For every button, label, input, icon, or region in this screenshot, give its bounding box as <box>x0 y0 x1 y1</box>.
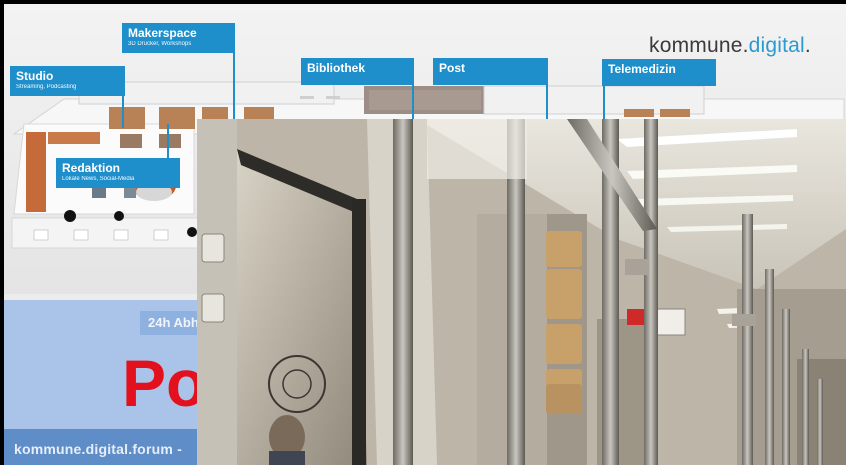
room-pin <box>233 53 235 123</box>
room-pin <box>412 85 414 123</box>
room-pin <box>603 86 605 123</box>
room-subtitle: Streaming, Podcasting <box>16 84 77 90</box>
room-subtitle: Lokale News, Social-Media <box>62 176 135 182</box>
room-title: Redaktion <box>62 161 121 175</box>
room-title: Bibliothek <box>307 61 366 75</box>
room-label-studio: Studio Streaming, Podcasting <box>10 66 125 96</box>
room-pin <box>167 124 169 158</box>
room-label-post: Post <box>433 58 548 85</box>
room-pin <box>122 96 124 128</box>
train-interior-photo <box>197 119 846 465</box>
room-subtitle: 3D Drucker, Workshops <box>128 41 192 47</box>
room-pin <box>546 85 548 123</box>
room-title: Post <box>439 61 466 75</box>
room-title: Makerspace <box>128 26 197 40</box>
room-label-bibliothek: Bibliothek <box>301 58 414 85</box>
brand-name: kommune. <box>649 34 749 57</box>
banner-headline: Po <box>122 346 207 420</box>
footer-text: kommune.digital.forum - <box>14 441 182 457</box>
room-label-makerspace: Makerspace 3D Drucker, Workshops <box>122 23 235 53</box>
brand-suffix: . <box>804 34 811 57</box>
room-label-redaktion: Redaktion Lokale News, Social-Media <box>56 158 180 188</box>
brand-logo: kommune.digital. <box>649 34 811 58</box>
room-title: Telemedizin <box>608 62 676 76</box>
train-interior-illustration <box>197 119 846 465</box>
brand-accent: digital <box>748 34 805 57</box>
room-label-telemedizin: Telemedizin <box>602 59 716 86</box>
room-title: Studio <box>16 69 54 83</box>
